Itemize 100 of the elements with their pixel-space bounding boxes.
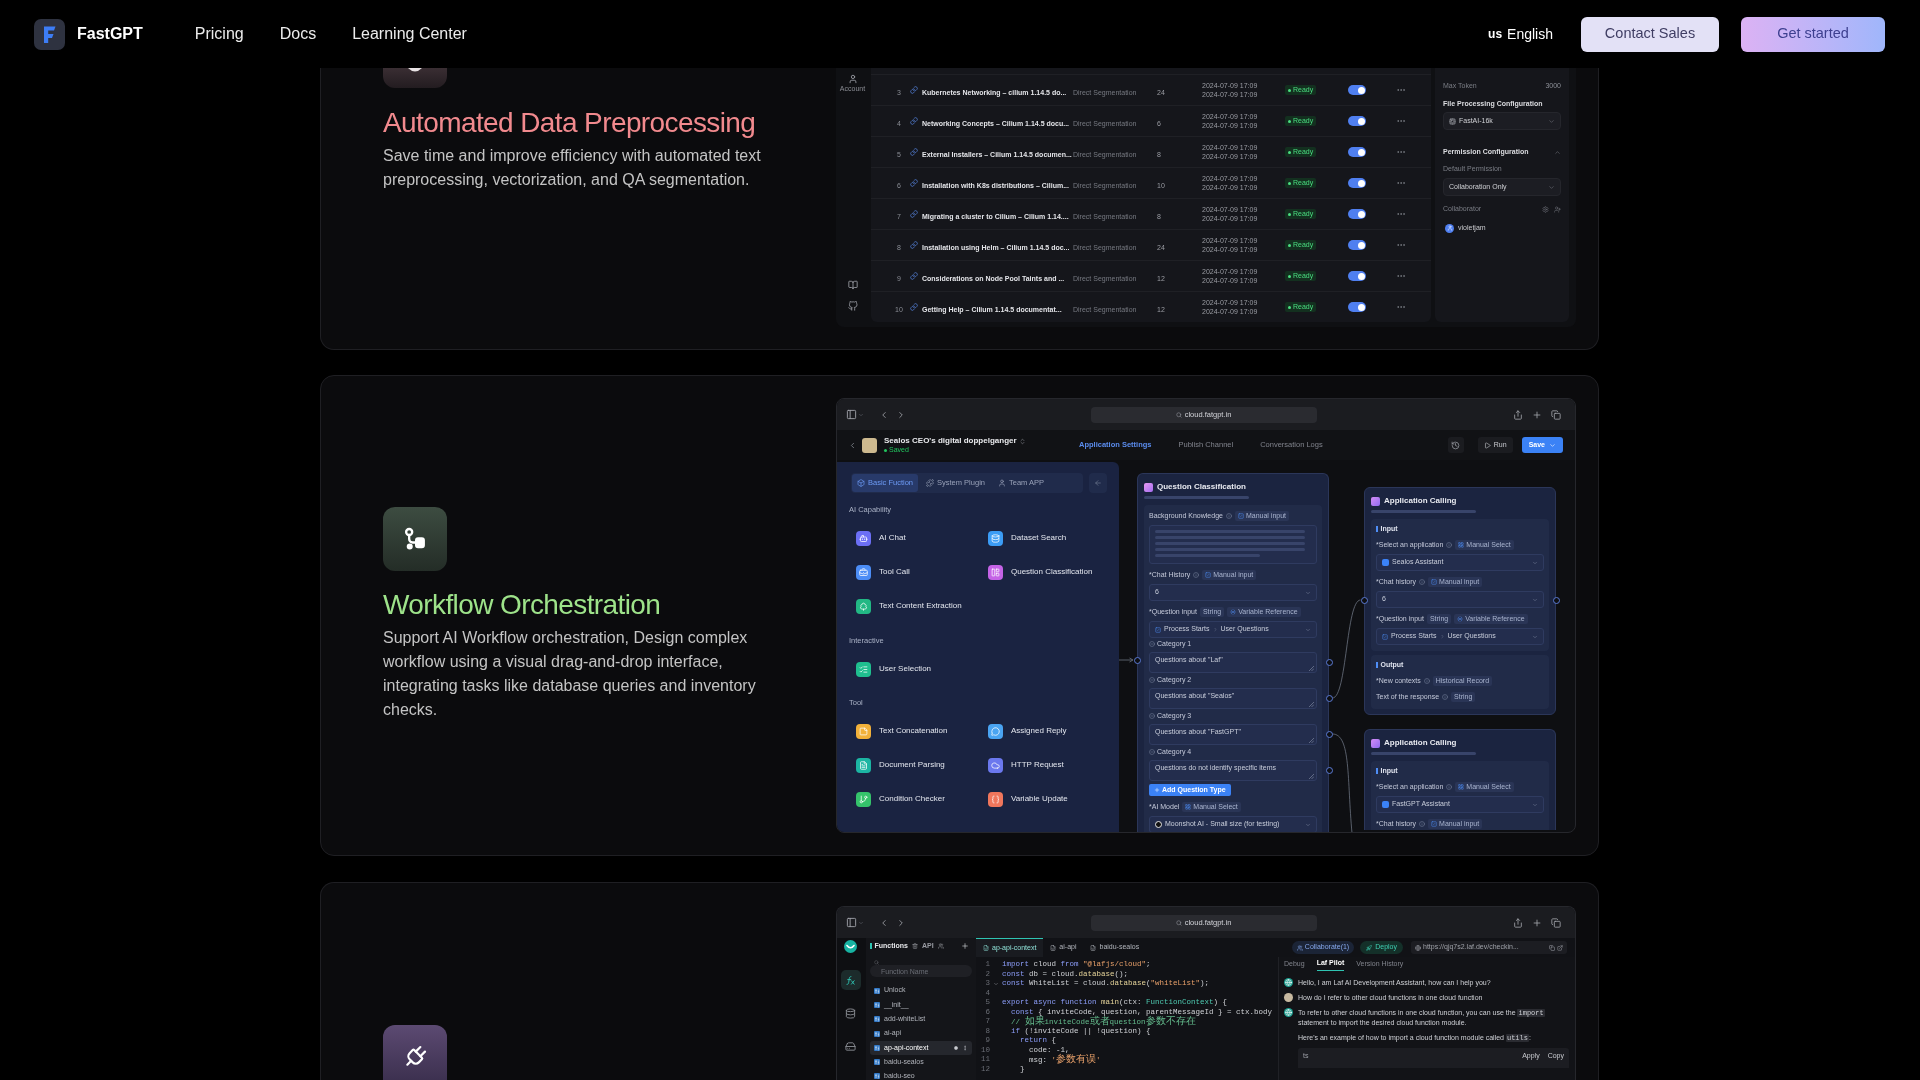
- new-tab-icon[interactable]: [1532, 409, 1542, 420]
- node-item[interactable]: Condition Checker: [856, 791, 945, 807]
- connection-handle[interactable]: [1325, 766, 1333, 774]
- checkbox-icon: [1382, 633, 1388, 640]
- settings-icon[interactable]: [1542, 205, 1549, 213]
- workflow-node[interactable]: [1137, 473, 1329, 832]
- chevron-up-icon[interactable]: [1554, 148, 1561, 156]
- globe-icon: [1284, 1008, 1293, 1017]
- account-icon[interactable]: [847, 74, 858, 84]
- ts-file-icon: [874, 1030, 880, 1037]
- nav-link[interactable]: Docs: [279, 22, 317, 46]
- node-item[interactable]: User Selection: [856, 661, 932, 677]
- link-icon: [910, 117, 918, 125]
- section-marker-icon: [1376, 662, 1378, 668]
- github-icon[interactable]: [847, 301, 858, 311]
- node-item[interactable]: Text Concatenation: [856, 723, 948, 739]
- workflow-icon: [383, 507, 447, 571]
- variable-icon: [1457, 616, 1464, 622]
- sidebar-toggle-icon[interactable]: [846, 917, 857, 928]
- contact-button[interactable]: Contact Sales: [1581, 16, 1719, 52]
- toggle-switch[interactable]: [1348, 302, 1366, 312]
- remove-icon[interactable]: [1149, 641, 1155, 647]
- checkbox-icon: [1155, 626, 1161, 633]
- connection-handle[interactable]: [1360, 596, 1368, 604]
- node-type-icon: [1371, 496, 1380, 506]
- section-marker-icon: [1376, 768, 1378, 774]
- chevron-down-icon: [1305, 589, 1311, 596]
- resize-handle-icon[interactable]: [1309, 666, 1314, 671]
- history-button[interactable]: [1447, 437, 1464, 453]
- feature-description: Support AI Workflow orchestration, Design complex workflow using a visual drag-and-drop interface, integrating tasks like database queries and inventory checks.: [383, 628, 757, 720]
- tabs-icon[interactable]: [1551, 409, 1561, 420]
- node-item[interactable]: Tool Call: [856, 564, 910, 580]
- tabs-icon[interactable]: [1551, 917, 1561, 928]
- copy-icon[interactable]: [1549, 944, 1555, 951]
- external-link-icon[interactable]: [1557, 944, 1563, 951]
- grid-icon: [1458, 784, 1465, 790]
- search-icon: [1175, 919, 1182, 926]
- node-item[interactable]: Dataset Search: [988, 530, 1067, 546]
- trash-icon[interactable]: [911, 943, 918, 950]
- toggle-switch[interactable]: [1348, 209, 1366, 219]
- nav-link[interactable]: Pricing: [194, 22, 244, 46]
- arrow-left-icon: [1094, 479, 1103, 487]
- toggle-switch[interactable]: [1348, 271, 1366, 281]
- link-icon: [910, 303, 918, 311]
- node-item[interactable]: Text Content Extraction: [856, 598, 962, 614]
- connection-handle[interactable]: [1133, 656, 1141, 664]
- toggle-switch[interactable]: [1348, 178, 1366, 188]
- link-icon: [910, 86, 918, 94]
- forward-icon[interactable]: [896, 917, 906, 928]
- globe-icon: [1415, 944, 1421, 951]
- connection-handle[interactable]: [1552, 596, 1560, 604]
- connector-arrow: [1119, 657, 1134, 663]
- remove-icon[interactable]: [1149, 749, 1155, 755]
- chevron-down-icon: [1305, 821, 1311, 828]
- checkbox-icon: [1205, 572, 1212, 578]
- share-icon[interactable]: [1513, 409, 1523, 420]
- back-icon[interactable]: [879, 917, 889, 928]
- fold-icon[interactable]: [993, 980, 999, 987]
- add-icon[interactable]: [961, 942, 969, 951]
- logo-icon[interactable]: [844, 940, 857, 953]
- toggle-switch[interactable]: [1348, 240, 1366, 250]
- remove-icon[interactable]: [1149, 713, 1155, 719]
- nav-link[interactable]: Learning Center: [352, 22, 467, 46]
- back-icon[interactable]: [879, 409, 889, 420]
- sidebar-toggle-icon[interactable]: [846, 409, 857, 420]
- workflow-node[interactable]: [1364, 487, 1556, 715]
- back-icon[interactable]: [848, 440, 857, 450]
- resize-handle-icon[interactable]: [1309, 702, 1314, 707]
- toggle-switch[interactable]: [1348, 116, 1366, 126]
- node-item[interactable]: HTTP Request: [988, 757, 1064, 773]
- toggle-switch[interactable]: [1348, 85, 1366, 95]
- node-item[interactable]: Question Classification: [988, 564, 1093, 580]
- connection-handle[interactable]: [1325, 694, 1333, 702]
- cube-icon: [857, 479, 865, 487]
- toggle-switch[interactable]: [1348, 147, 1366, 157]
- node-item[interactable]: Document Parsing: [856, 757, 945, 773]
- new-tab-icon[interactable]: [1532, 917, 1542, 928]
- book-icon[interactable]: [847, 280, 858, 290]
- language-button[interactable]: us English: [1488, 23, 1553, 45]
- connection-handle[interactable]: [1325, 658, 1333, 666]
- connection-handle[interactable]: [1325, 730, 1333, 738]
- remove-icon[interactable]: [1149, 677, 1155, 683]
- node-item[interactable]: AI Chat: [856, 530, 906, 546]
- node-item[interactable]: Assigned Reply: [988, 723, 1067, 739]
- search-icon: [1175, 411, 1182, 418]
- get-started-button[interactable]: Get started: [1741, 16, 1885, 52]
- resize-handle-icon[interactable]: [1309, 738, 1314, 743]
- users-icon[interactable]: [937, 943, 944, 950]
- node-item[interactable]: Variable Update: [988, 791, 1068, 807]
- app-logo-icon: [1382, 559, 1389, 566]
- section-marker-icon: [870, 943, 872, 950]
- forward-icon[interactable]: [896, 409, 906, 420]
- add-user-icon[interactable]: [1554, 205, 1561, 213]
- grid-icon: [1185, 804, 1192, 810]
- share-icon[interactable]: [1513, 917, 1523, 928]
- resize-handle-icon[interactable]: [1309, 774, 1314, 779]
- rail-button[interactable]: [840, 970, 861, 990]
- ts-file-icon: [874, 1016, 880, 1023]
- checkbox-icon: [1431, 821, 1438, 827]
- switch-icon[interactable]: [1018, 437, 1026, 445]
